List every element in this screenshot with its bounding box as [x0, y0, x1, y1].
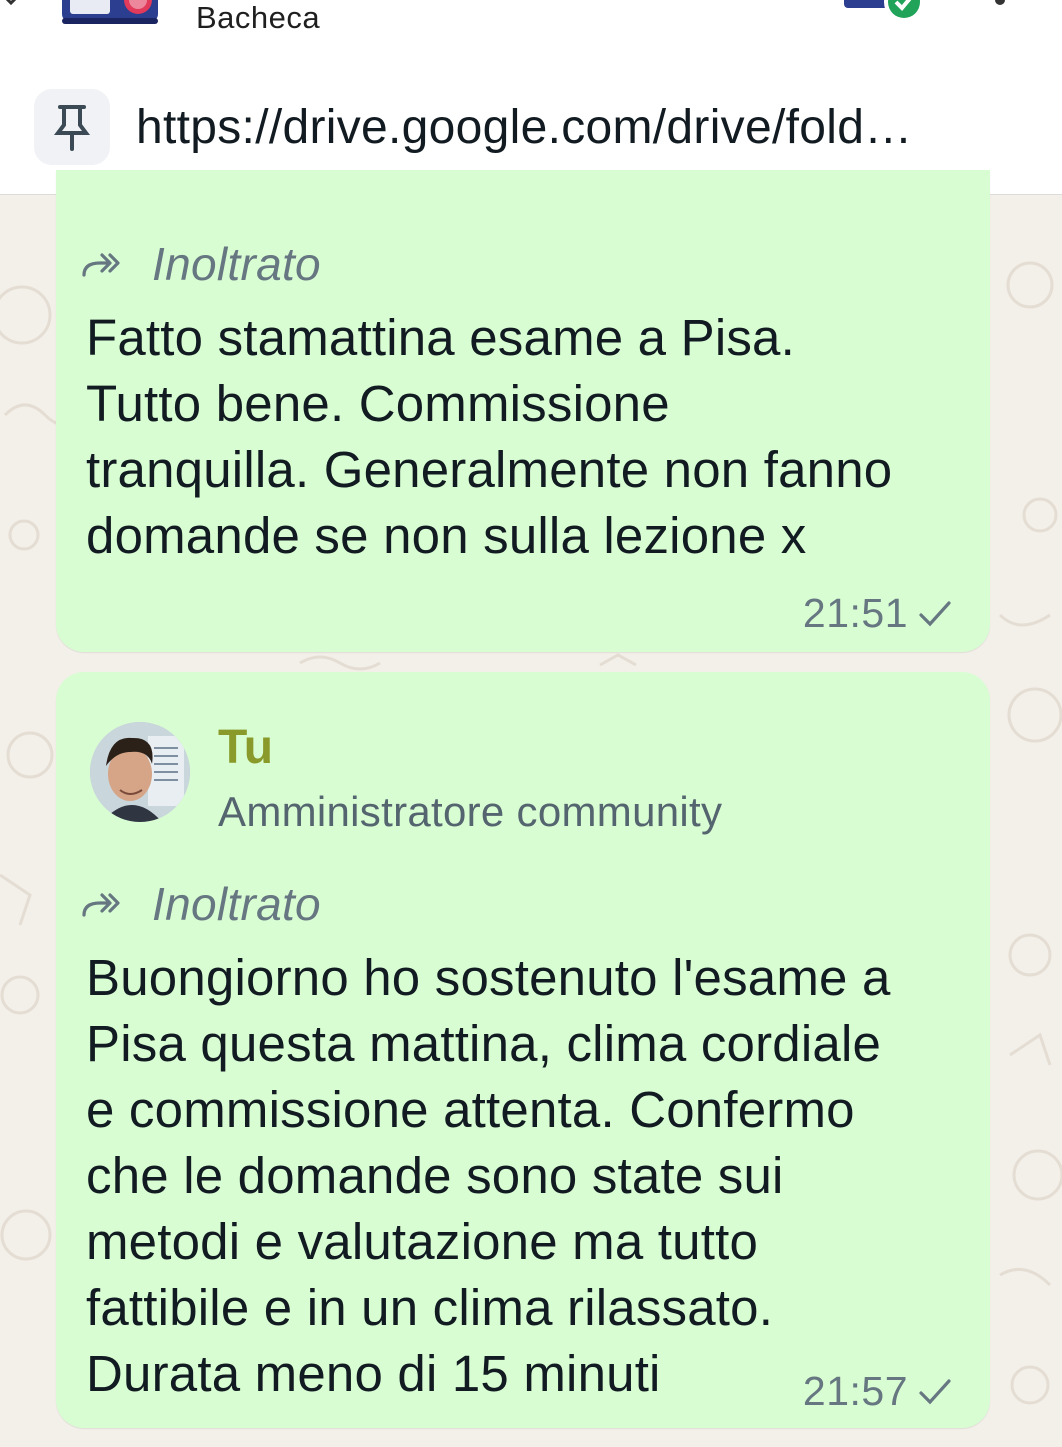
- avatar[interactable]: [90, 722, 190, 822]
- single-check-icon: [919, 1378, 951, 1404]
- message-meta: 21:51: [803, 590, 952, 637]
- avatar-image: [90, 722, 190, 822]
- pin-icon: [54, 105, 90, 151]
- message-time: 21:57: [802, 1368, 908, 1414]
- forward-icon: [82, 253, 120, 277]
- sender-name[interactable]: Tu: [218, 720, 273, 775]
- group-title[interactable]: Bacheca: [196, 0, 320, 36]
- community-logo[interactable]: [60, 0, 160, 28]
- forwarded-indicator: Inoltrato: [82, 234, 321, 294]
- message-bubble[interactable]: Inoltrato Fatto stamattina esame a Pisa.…: [56, 170, 990, 652]
- forwarded-label: Inoltrato: [152, 238, 321, 290]
- message-bubble[interactable]: Tu Amministratore community Inoltrato Bu…: [56, 672, 990, 1428]
- forward-icon: [82, 893, 120, 917]
- overflow-menu-icon[interactable]: [992, 0, 1008, 8]
- pinned-url[interactable]: https://drive.google.com/drive/fold…: [136, 98, 1036, 158]
- single-check-icon: [919, 600, 951, 626]
- forwarded-label: Inoltrato: [152, 878, 321, 930]
- pin-button[interactable]: [34, 89, 110, 165]
- chevron-icon[interactable]: [0, 0, 22, 12]
- message-text: Fatto stamattina esame a Pisa. Tutto ben…: [86, 309, 893, 564]
- sender-role: Amministratore community: [218, 788, 723, 835]
- app-header: Bacheca: [0, 0, 1062, 61]
- forwarded-indicator: Inoltrato: [82, 874, 321, 934]
- message-time: 21:51: [802, 590, 908, 636]
- message-text: Buongiorno ho sostenuto l'esame a Pisa q…: [86, 949, 891, 1402]
- message-meta: 21:57: [803, 1368, 952, 1415]
- verified-badge-icon[interactable]: [842, 0, 928, 26]
